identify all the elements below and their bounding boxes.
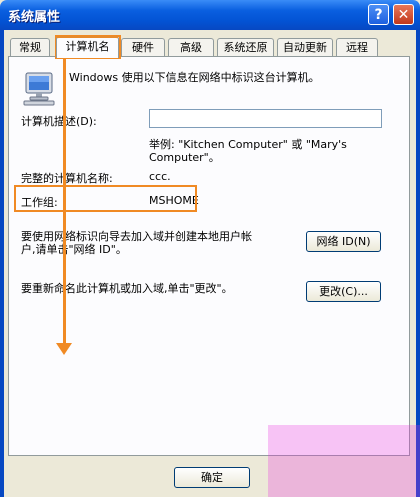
window-title: 系统属性 xyxy=(8,10,61,25)
tab-auto-update[interactable]: 自动更新 xyxy=(277,38,333,57)
example-text-line2: Computer"。 xyxy=(149,151,220,164)
change-button[interactable]: 更改(C)... xyxy=(306,281,381,302)
close-button[interactable]: ✕ xyxy=(393,4,414,25)
rename-text: 要重新命名此计算机或加入域,单击"更改"。 xyxy=(21,282,233,295)
network-id-button[interactable]: 网络 ID(N) xyxy=(306,231,381,252)
description-label: 计算机描述(D): xyxy=(21,115,97,128)
tab-computer-name[interactable]: 计算机名 xyxy=(56,36,119,58)
title-bar[interactable]: 系统属性 ? ✕ xyxy=(0,0,420,30)
full-name-label: 完整的计算机名称: xyxy=(21,172,113,185)
full-name-value: ccc. xyxy=(149,170,171,183)
tab-remote[interactable]: 远程 xyxy=(336,38,378,57)
tab-general[interactable]: 常规 xyxy=(10,38,50,57)
overlay-block xyxy=(268,425,420,497)
window-frame-left xyxy=(0,30,4,497)
intro-text: Windows 使用以下信息在网络中标识这台计算机。 xyxy=(69,71,320,84)
computer-monitor-icon xyxy=(23,72,55,106)
network-id-text-line2: 户,请单击"网络 ID"。 xyxy=(21,243,127,256)
tab-system-restore[interactable]: 系统还原 xyxy=(217,38,274,57)
annotation-arrow-head xyxy=(56,343,72,355)
help-button[interactable]: ? xyxy=(368,4,389,25)
tab-hardware[interactable]: 硬件 xyxy=(121,38,165,57)
description-input[interactable] xyxy=(149,109,382,128)
tab-advanced[interactable]: 高级 xyxy=(168,38,214,57)
workgroup-highlight-box xyxy=(14,185,197,212)
ok-button[interactable]: 确定 xyxy=(174,467,250,488)
tab-panel: Windows 使用以下信息在网络中标识这台计算机。 计算机描述(D): 举例:… xyxy=(8,56,410,456)
